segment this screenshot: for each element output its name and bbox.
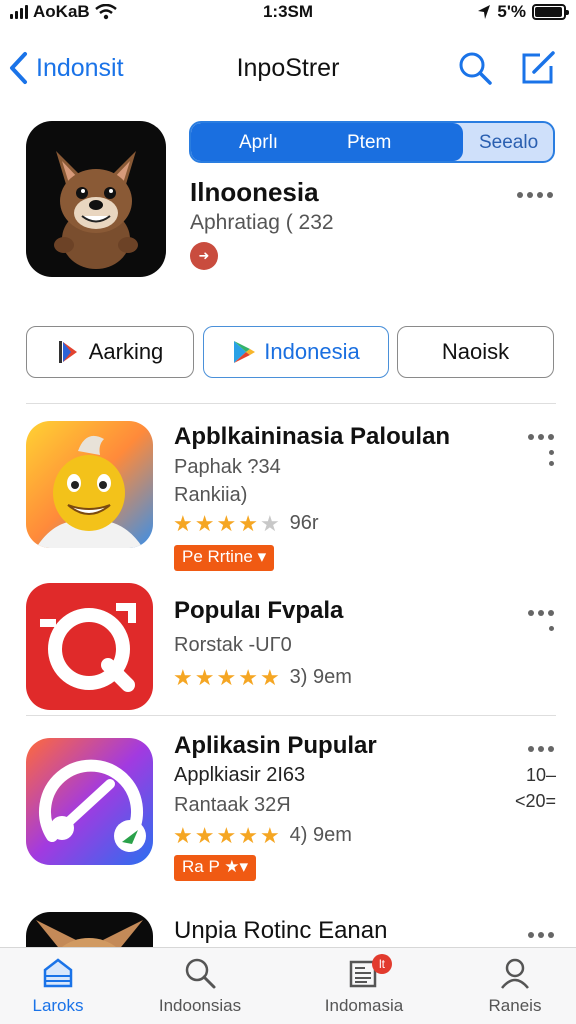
tab-news[interactable]: lt Indomasia — [294, 954, 434, 1016]
app-tag-3[interactable]: Ra P ★▾ — [174, 855, 256, 881]
star-icon: ★ — [194, 822, 215, 848]
segment-premium[interactable]: Ptem — [347, 132, 391, 154]
app-subtitle-3: Applkiasir 2I63 — [174, 764, 306, 786]
star-icon: ★ — [238, 822, 258, 848]
status-bar: AoKaB 1:3SM 5'% — [0, 0, 576, 26]
person-icon — [501, 958, 529, 989]
rating-count-2: 3) 9em — [289, 666, 352, 688]
star-icon: ★ — [238, 664, 258, 690]
star-empty-icon: ★ — [259, 510, 280, 536]
app-title-2[interactable]: Populaı Fvpala — [174, 597, 343, 625]
segment-search[interactable]: Seealo — [479, 132, 538, 154]
star-icon: ★ — [194, 664, 215, 690]
notification-badge: lt — [372, 954, 392, 974]
chip-ranking-label: Aarking — [88, 339, 164, 364]
star-half-icon: ★ — [259, 822, 280, 848]
more-options-icon[interactable] — [528, 610, 554, 616]
star-icon: ★ — [216, 510, 237, 536]
app-rating-2: ★ ★ ★ ★ ★ 3) 9em — [173, 666, 352, 689]
star-icon: ★ — [173, 664, 193, 690]
divider — [26, 403, 556, 404]
rating-count-3: 4) 9em — [289, 824, 352, 846]
search-icon[interactable] — [457, 50, 493, 86]
tab-home-label: Laroks — [32, 996, 84, 1015]
tab-search-label: Indoonsias — [158, 996, 242, 1015]
star-icon: ★ — [194, 510, 215, 536]
more-vertical-icon[interactable] — [549, 450, 554, 466]
chip-indonesia[interactable]: Indonesia — [203, 326, 389, 378]
search-icon — [185, 958, 216, 989]
app-subtitle-2: Rorstak -UΓ0 — [174, 634, 292, 656]
app-rating-1: ★ ★ ★ ★ ★ 96r — [173, 512, 319, 535]
status-right: 5'% — [477, 2, 569, 22]
battery-icon — [532, 4, 569, 20]
more-options-icon[interactable] — [528, 434, 554, 440]
home-icon — [43, 958, 73, 988]
compose-icon[interactable] — [520, 50, 556, 86]
navigation-bar: Indonsit InpoStrer — [0, 44, 576, 94]
featured-title: Ilnoonesia — [190, 177, 319, 207]
chip-ranking[interactable]: Aarking — [26, 326, 194, 378]
tab-home[interactable]: Laroks — [0, 956, 128, 1016]
location-icon — [478, 5, 491, 19]
app-rank-3: Rantaak 32Я — [174, 794, 291, 816]
more-options-icon[interactable] — [528, 746, 554, 752]
side-number-1: 10– — [525, 765, 556, 785]
tab-profile-label: Raneis — [488, 996, 542, 1015]
arrow-badge-icon: ➜ — [190, 242, 218, 270]
app-rank-1: Rankiia) — [174, 484, 248, 506]
app-icon-3[interactable] — [26, 738, 153, 865]
more-options-icon[interactable] — [517, 192, 553, 198]
battery-percent: 5'% — [497, 2, 526, 21]
app-tag-1[interactable]: Pe Rrtine ▾ — [174, 545, 275, 571]
star-icon: ★ — [216, 822, 237, 848]
more-vertical-icon[interactable] — [549, 626, 554, 631]
star-half-icon: ★ — [259, 664, 280, 690]
app-title-1[interactable]: Apblkaininasia Paloulan — [174, 423, 450, 451]
featured-app-icon[interactable] — [26, 121, 166, 277]
tab-search[interactable]: Indoonsias — [130, 956, 270, 1016]
camera-sync-icon — [40, 603, 136, 692]
speedometer-icon — [39, 759, 146, 852]
app-rating-3: ★ ★ ★ ★ ★ 4) 9em — [173, 824, 352, 847]
star-icon: ★ — [173, 822, 193, 848]
app-title-4[interactable]: Unpia Rotinc Eanan — [174, 917, 387, 945]
segmented-control: Aprlı Ptem Seealo — [189, 121, 555, 163]
flag-icon — [58, 341, 77, 363]
side-number-2: <20= — [514, 791, 556, 811]
star-icon: ★ — [216, 664, 237, 690]
featured-subtitle: Aphratiag ( 232 — [190, 211, 334, 234]
play-store-icon — [234, 341, 256, 363]
tab-news-label: Indomasia — [324, 996, 404, 1015]
star-icon: ★ — [173, 510, 193, 536]
chip-music[interactable]: Naoisk — [397, 326, 554, 378]
app-subtitle-1: Paphak ?34 — [174, 456, 281, 478]
app-title-3[interactable]: Aplikasin Pupular — [174, 732, 377, 760]
tab-profile[interactable]: Raneis — [445, 956, 576, 1016]
side-numbers: 10– <20= — [515, 762, 556, 814]
chip-music-label: Naoisk — [441, 339, 510, 364]
dog-icon — [54, 151, 138, 269]
more-options-icon[interactable] — [528, 932, 554, 938]
star-icon: ★ — [238, 510, 258, 536]
divider — [26, 715, 556, 716]
segment-active-bg — [191, 123, 463, 161]
tab-bar: Laroks Indoonsias lt Indomasia Raneis — [0, 947, 576, 1024]
segment-apps[interactable]: Aprlı — [239, 132, 278, 154]
chip-indonesia-label: Indonesia — [264, 339, 360, 364]
app-icon-1[interactable] — [26, 421, 153, 548]
app-icon-2[interactable] — [26, 583, 153, 710]
cartoon-character-icon — [36, 435, 143, 548]
rating-count-1: 96r — [289, 512, 319, 534]
